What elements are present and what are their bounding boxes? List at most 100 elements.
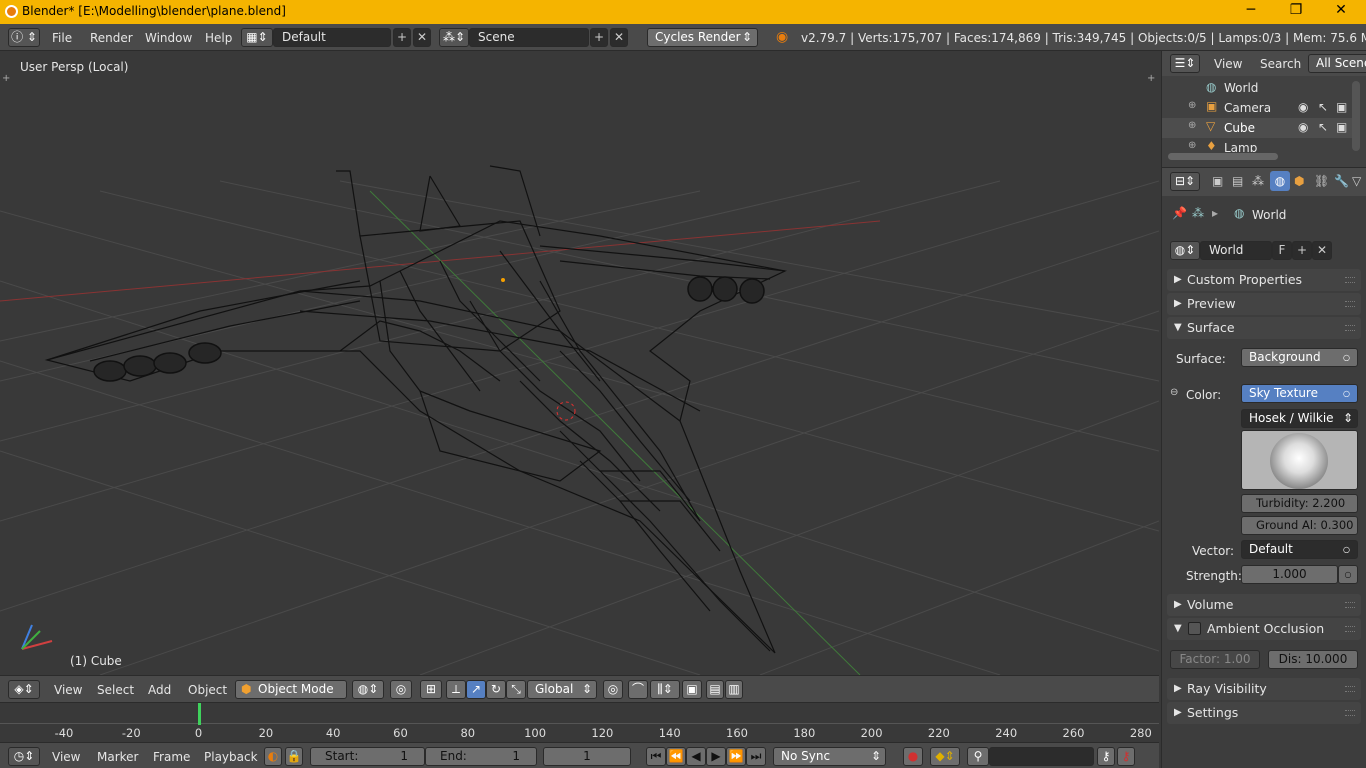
add-screen-icon[interactable]: + (393, 28, 411, 47)
select-arrow-icon[interactable]: ↖ (1318, 120, 1328, 134)
world-browse-icon[interactable]: ◍⇕ (1170, 241, 1200, 260)
object-tab-icon[interactable]: ⬢ (1294, 174, 1304, 188)
sun-direction-ball[interactable] (1270, 433, 1328, 489)
keying-set-field[interactable] (989, 747, 1094, 766)
panel-preview[interactable]: ▶ Preview (1167, 293, 1361, 315)
render-preview-icon[interactable]: ▤ (706, 680, 724, 699)
world-tab-icon[interactable]: ◍ (1270, 171, 1290, 191)
menu-window[interactable]: Window (145, 31, 192, 45)
add-scene-icon[interactable]: + (590, 28, 608, 47)
snap-magnet-icon[interactable]: ⌒ (628, 680, 648, 699)
expand-icon[interactable]: ⊕ (1188, 120, 1196, 131)
jump-start-icon[interactable]: ⏮ (646, 747, 666, 766)
visibility-eye-icon[interactable]: ◉ (1298, 100, 1308, 114)
rotate-manipulator-icon[interactable]: ↻ (486, 680, 506, 699)
ground-albedo-field[interactable]: Ground Al: 0.300 (1241, 516, 1358, 535)
unlink-node-icon[interactable]: ⊖ (1170, 387, 1178, 398)
remove-scene-icon[interactable]: ✕ (610, 28, 628, 47)
data-tab-icon[interactable]: ▽ (1352, 174, 1361, 188)
screen-layout-icon[interactable]: ▦⇕ (241, 28, 273, 47)
expand-icon[interactable]: ⊕ (1188, 140, 1196, 151)
render-engine-dropdown[interactable]: Cycles Render ⇕ (647, 28, 758, 47)
proportional-edit-icon[interactable]: ◎ (603, 680, 623, 699)
keying-icon[interactable]: ⚲ (967, 747, 989, 766)
viewport-shading-button[interactable]: ◍⇕ (352, 680, 384, 699)
outliner-row-world[interactable]: ◍ World (1162, 78, 1352, 98)
scene-field[interactable]: Scene (469, 28, 589, 47)
menu-render[interactable]: Render (90, 31, 133, 45)
pin-icon[interactable]: 📌 (1172, 206, 1187, 220)
screen-layout-field[interactable]: Default (273, 28, 391, 47)
outliner-scrollbar[interactable] (1352, 81, 1360, 151)
drag-grip-icon[interactable] (1345, 626, 1355, 632)
expand-icon[interactable]: ⊕ (1188, 100, 1196, 111)
render-camera-icon[interactable]: ▣ (1336, 100, 1347, 114)
constraints-tab-icon[interactable]: ⛓ (1314, 174, 1329, 188)
drag-grip-icon[interactable] (1345, 301, 1355, 307)
end-frame-field[interactable]: End: 1 (425, 747, 537, 766)
start-frame-field[interactable]: Start: 1 (310, 747, 425, 766)
manipulator-toggle-icon[interactable]: ⟂ (446, 680, 466, 699)
keyframe-type-icon[interactable]: ◆⇕ (930, 747, 960, 766)
ao-distance-field[interactable]: Dis: 10.000 (1268, 650, 1358, 669)
drag-grip-icon[interactable] (1345, 325, 1355, 331)
menu-file[interactable]: File (52, 31, 72, 45)
transform-orientation-dropdown[interactable]: Global ⇕ (527, 680, 597, 699)
strength-socket-icon[interactable]: ○ (1338, 565, 1358, 584)
interaction-mode-dropdown[interactable]: ⬢ Object Mode (235, 680, 347, 699)
sync-mode-dropdown[interactable]: No Sync ⇕ (773, 747, 886, 766)
keying-set-icon[interactable]: ◐ (264, 747, 282, 766)
drag-grip-icon[interactable] (1345, 277, 1355, 283)
strength-field[interactable]: 1.000 (1241, 565, 1338, 584)
layers-icon[interactable]: ▣ (682, 680, 702, 699)
menu-add[interactable]: Add (148, 683, 171, 697)
outliner-menu-view[interactable]: View (1214, 57, 1242, 71)
vector-dropdown[interactable]: Default ○ (1241, 540, 1358, 559)
fake-user-button[interactable]: F (1272, 241, 1292, 260)
play-icon[interactable]: ▶ (706, 747, 726, 766)
menu-frame[interactable]: Frame (153, 750, 190, 764)
menu-playback[interactable]: Playback (204, 750, 258, 764)
delete-keyframe-icon[interactable]: ⚷ (1117, 747, 1135, 766)
record-icon[interactable]: ● (903, 747, 923, 766)
properties-toggle-icon[interactable]: + (1147, 73, 1155, 84)
limit-selection-icon[interactable]: ⊞ (420, 680, 442, 699)
editor-type-3d-view-button[interactable]: ◈⇕ (8, 680, 40, 699)
minimize-button[interactable]: ─ (1231, 2, 1271, 18)
surface-shader-dropdown[interactable]: Background ○ (1241, 348, 1358, 367)
visibility-eye-icon[interactable]: ◉ (1298, 120, 1308, 134)
play-reverse-icon[interactable]: ◀ (686, 747, 706, 766)
menu-select[interactable]: Select (97, 683, 134, 697)
render-tab-icon[interactable]: ▣ (1212, 174, 1223, 188)
render-animation-icon[interactable]: ▥ (725, 680, 743, 699)
modifiers-wrench-icon[interactable]: 🔧 (1334, 174, 1349, 188)
add-world-icon[interactable]: + (1292, 241, 1312, 260)
outliner-row-camera[interactable]: ⊕ ▣ Camera ◉ ↖ ▣ (1162, 98, 1352, 118)
panel-surface[interactable]: ▼ Surface (1167, 317, 1361, 339)
sky-model-dropdown[interactable]: Hosek / Wilkie ⇕ (1241, 409, 1358, 428)
maximize-button[interactable]: ❐ (1276, 2, 1316, 18)
snap-element-icon[interactable]: ⫼⇕ (650, 680, 680, 699)
outliner-editor-type-icon[interactable]: ☰⇕ (1170, 54, 1200, 73)
color-input-dropdown[interactable]: Sky Texture ○ (1241, 384, 1358, 403)
outliner-row-lamp[interactable]: ⊕ ♦ Lamp (1162, 138, 1352, 152)
lock-icon[interactable]: 🔒 (285, 747, 303, 766)
menu-view[interactable]: View (54, 683, 82, 697)
scale-manipulator-icon[interactable]: ⤡ (506, 680, 526, 699)
scene-icon[interactable]: ⁂⇕ (439, 28, 469, 47)
panel-settings[interactable]: ▶ Settings (1167, 702, 1361, 724)
editor-type-info-button[interactable]: ⓘ ⇕ (8, 28, 40, 47)
render-layers-tab-icon[interactable]: ▤ (1232, 174, 1243, 188)
timeline-area[interactable]: -40 -20 0 20 40 60 80 100 120 140 160 180 200 220 240 2… (0, 702, 1159, 742)
jump-end-icon[interactable]: ⏭ (746, 747, 766, 766)
panel-volume[interactable]: ▶ Volume (1167, 594, 1361, 616)
current-frame-cursor[interactable] (198, 703, 201, 725)
sun-direction-widget[interactable] (1241, 430, 1358, 490)
3d-viewport[interactable]: User Persp (Local) (1) Cube + + (0, 51, 1159, 675)
unlink-world-icon[interactable]: ✕ (1312, 241, 1332, 260)
editor-type-timeline-button[interactable]: ◷⇕ (8, 747, 40, 766)
render-camera-icon[interactable]: ▣ (1336, 120, 1347, 134)
prev-keyframe-icon[interactable]: ⏪ (666, 747, 686, 766)
panel-ambient-occlusion[interactable]: ▼ Ambient Occlusion (1167, 618, 1361, 640)
menu-marker[interactable]: Marker (97, 750, 138, 764)
